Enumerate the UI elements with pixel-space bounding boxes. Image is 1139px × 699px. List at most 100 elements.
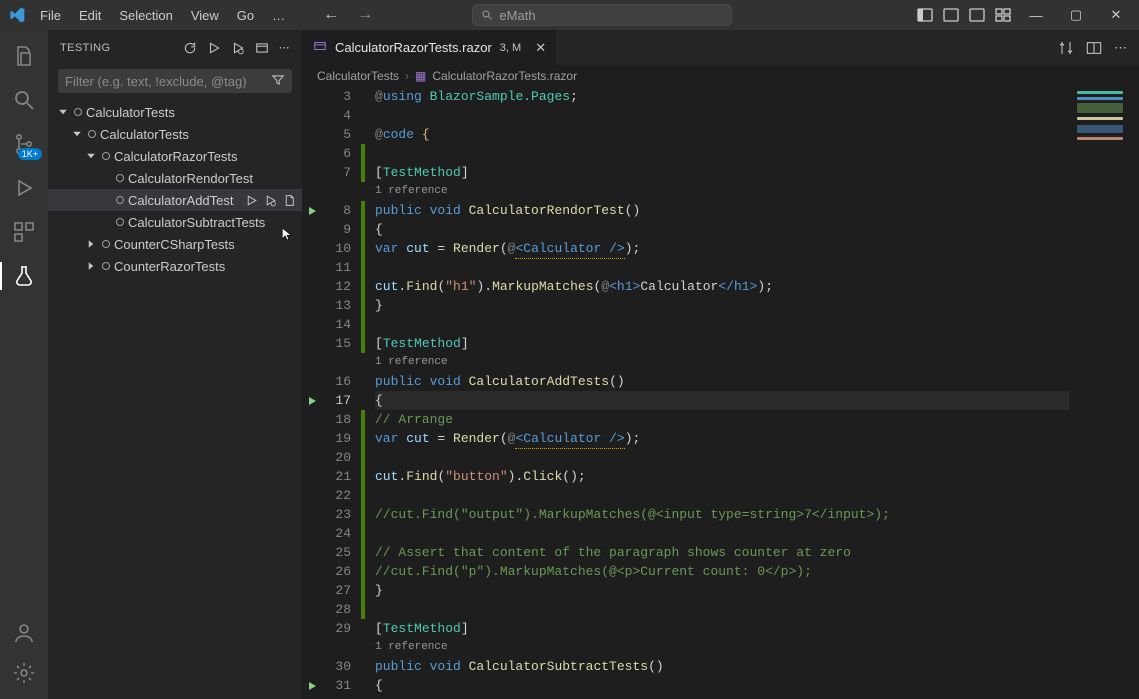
glyph-margin[interactable] bbox=[303, 258, 321, 277]
code-line[interactable]: [TestMethod] bbox=[375, 334, 1139, 353]
window-maximize-icon[interactable]: ▢ bbox=[1061, 7, 1091, 23]
activity-settings[interactable] bbox=[0, 653, 48, 693]
code-line[interactable]: var cut = Render(@<Calculator />); bbox=[375, 239, 1139, 258]
test-tree-item[interactable]: CalculatorRazorTests bbox=[48, 145, 302, 167]
menu-edit[interactable]: Edit bbox=[71, 4, 109, 27]
code-line[interactable] bbox=[375, 315, 1139, 334]
glyph-margin[interactable] bbox=[303, 467, 321, 486]
glyph-margin[interactable] bbox=[303, 106, 321, 125]
chevron-right-icon[interactable] bbox=[84, 238, 98, 250]
glyph-margin[interactable] bbox=[303, 334, 321, 353]
glyph-margin[interactable] bbox=[303, 144, 321, 163]
glyph-margin[interactable] bbox=[303, 638, 321, 657]
window-close-icon[interactable]: ✕ bbox=[1101, 7, 1131, 23]
glyph-margin[interactable] bbox=[303, 163, 321, 182]
layout-sidebar-right-icon[interactable] bbox=[969, 7, 985, 23]
glyph-margin[interactable] bbox=[303, 220, 321, 239]
breadcrumb-part[interactable]: CalculatorRazorTests.razor bbox=[432, 69, 577, 83]
code-line[interactable] bbox=[375, 144, 1139, 163]
debug-tests-icon[interactable] bbox=[231, 41, 245, 55]
window-minimize-icon[interactable]: — bbox=[1021, 8, 1051, 23]
code-lens[interactable]: 1 reference bbox=[375, 638, 1139, 657]
glyph-margin[interactable] bbox=[303, 239, 321, 258]
breadcrumbs[interactable]: CalculatorTests › ▦ CalculatorRazorTests… bbox=[303, 65, 1139, 87]
test-tree-item[interactable]: CalculatorAddTest bbox=[48, 189, 302, 211]
refresh-tests-icon[interactable] bbox=[183, 41, 197, 55]
activity-extensions[interactable] bbox=[0, 212, 48, 252]
code-line[interactable]: public void CalculatorRendorTest() bbox=[375, 201, 1139, 220]
code-line[interactable]: cut.Find("button").Click(); bbox=[375, 467, 1139, 486]
glyph-margin[interactable] bbox=[303, 125, 321, 144]
run-all-tests-icon[interactable] bbox=[207, 41, 221, 55]
test-filter-input[interactable]: Filter (e.g. text, !exclude, @tag) bbox=[58, 69, 292, 93]
code-editor[interactable]: 3456789101112131415161718192021222324252… bbox=[303, 87, 1139, 699]
glyph-margin[interactable] bbox=[303, 429, 321, 448]
code-line[interactable]: // Assert that content of the paragraph … bbox=[375, 543, 1139, 562]
run-test-glyph-icon[interactable] bbox=[303, 391, 321, 410]
test-tree[interactable]: CalculatorTestsCalculatorTestsCalculator… bbox=[48, 99, 302, 279]
code-line[interactable]: // Arrange bbox=[375, 410, 1139, 429]
code-line[interactable] bbox=[375, 524, 1139, 543]
nav-forward-icon[interactable]: → bbox=[353, 4, 377, 26]
activity-account[interactable] bbox=[0, 613, 48, 653]
code-line[interactable]: cut.Find("h1").MarkupMatches(@<h1>Calcul… bbox=[375, 277, 1139, 296]
activity-run-debug[interactable] bbox=[0, 168, 48, 208]
menu-more[interactable]: … bbox=[264, 4, 293, 27]
test-tree-item[interactable]: CalculatorRendorTest bbox=[48, 167, 302, 189]
run-test-glyph-icon[interactable] bbox=[303, 201, 321, 220]
tab-close-icon[interactable]: ✕ bbox=[535, 40, 546, 56]
code-line[interactable]: var cut = Render(@<Calculator />); bbox=[375, 429, 1139, 448]
code-line[interactable] bbox=[375, 258, 1139, 277]
code-line[interactable]: @using BlazorSample.Pages; bbox=[375, 87, 1139, 106]
glyph-margin[interactable] bbox=[303, 600, 321, 619]
layout-panel-icon[interactable] bbox=[943, 7, 959, 23]
test-tree-item[interactable]: CounterRazorTests bbox=[48, 255, 302, 277]
layout-sidebar-left-icon[interactable] bbox=[917, 7, 933, 23]
go-to-test-icon[interactable] bbox=[283, 194, 296, 207]
glyph-margin[interactable] bbox=[303, 581, 321, 600]
menu-go[interactable]: Go bbox=[229, 4, 262, 27]
test-tree-item[interactable]: CalculatorSubtractTests bbox=[48, 211, 302, 233]
code-line[interactable] bbox=[375, 448, 1139, 467]
run-test-icon[interactable] bbox=[245, 194, 258, 207]
activity-search[interactable] bbox=[0, 80, 48, 120]
glyph-margin[interactable] bbox=[303, 524, 321, 543]
code-line[interactable]: public void CalculatorSubtractTests() bbox=[375, 657, 1139, 676]
glyph-margin[interactable] bbox=[303, 315, 321, 334]
code-line[interactable]: { bbox=[375, 676, 1139, 695]
breadcrumb-part[interactable]: CalculatorTests bbox=[317, 69, 399, 83]
nav-back-icon[interactable]: ← bbox=[319, 4, 343, 26]
menu-view[interactable]: View bbox=[183, 4, 227, 27]
more-actions-icon[interactable]: ⋯ bbox=[279, 41, 290, 55]
glyph-margin[interactable] bbox=[303, 448, 321, 467]
test-tree-item[interactable]: CalculatorTests bbox=[48, 123, 302, 145]
chevron-right-icon[interactable] bbox=[84, 260, 98, 272]
editor-tab[interactable]: CalculatorRazorTests.razor 3, M ✕ bbox=[303, 30, 557, 65]
code-line[interactable]: [TestMethod] bbox=[375, 619, 1139, 638]
code-line[interactable]: } bbox=[375, 581, 1139, 600]
activity-explorer[interactable] bbox=[0, 36, 48, 76]
code-line[interactable] bbox=[375, 106, 1139, 125]
customize-layout-icon[interactable] bbox=[995, 7, 1011, 23]
glyph-margin[interactable] bbox=[303, 372, 321, 391]
test-tree-item[interactable]: CalculatorTests bbox=[48, 101, 302, 123]
menu-selection[interactable]: Selection bbox=[111, 4, 180, 27]
split-editor-icon[interactable] bbox=[1086, 40, 1102, 56]
code-line[interactable]: @code { bbox=[375, 125, 1139, 144]
glyph-margin[interactable] bbox=[303, 505, 321, 524]
run-test-glyph-icon[interactable] bbox=[303, 676, 321, 695]
compare-changes-icon[interactable] bbox=[1058, 40, 1074, 56]
glyph-margin[interactable] bbox=[303, 410, 321, 429]
code-line[interactable]: { bbox=[375, 391, 1139, 410]
code-line[interactable]: [TestMethod] bbox=[375, 163, 1139, 182]
code-lens[interactable]: 1 reference bbox=[375, 182, 1139, 201]
show-output-icon[interactable] bbox=[255, 41, 269, 55]
activity-source-control[interactable]: 1K+ bbox=[0, 124, 48, 164]
code-line[interactable]: //cut.Find("p").MarkupMatches(@<p>Curren… bbox=[375, 562, 1139, 581]
chevron-down-icon[interactable] bbox=[56, 106, 70, 118]
activity-testing[interactable] bbox=[0, 256, 48, 296]
code-lens[interactable]: 1 reference bbox=[375, 353, 1139, 372]
filter-icon[interactable] bbox=[271, 73, 285, 90]
glyph-margin[interactable] bbox=[303, 296, 321, 315]
command-center[interactable]: eMath bbox=[472, 4, 732, 26]
